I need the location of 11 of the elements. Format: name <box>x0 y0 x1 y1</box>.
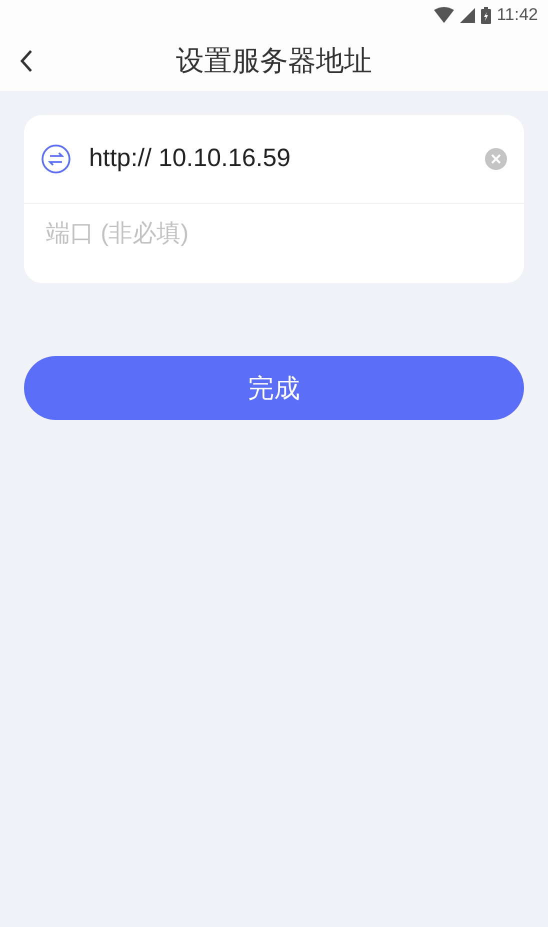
swap-icon <box>41 144 71 174</box>
page-title: 设置服务器地址 <box>176 44 372 78</box>
wifi-icon <box>434 7 454 23</box>
status-time: 11:42 <box>496 4 538 26</box>
signal-icon <box>460 8 475 22</box>
done-button[interactable]: 完成 <box>24 356 524 420</box>
close-icon <box>491 154 501 164</box>
battery-icon <box>480 6 491 24</box>
server-address-field[interactable]: http:// 10.10.16.59 <box>89 140 485 178</box>
port-field[interactable]: 端口 (非必填) <box>46 216 502 252</box>
back-icon <box>19 48 33 72</box>
